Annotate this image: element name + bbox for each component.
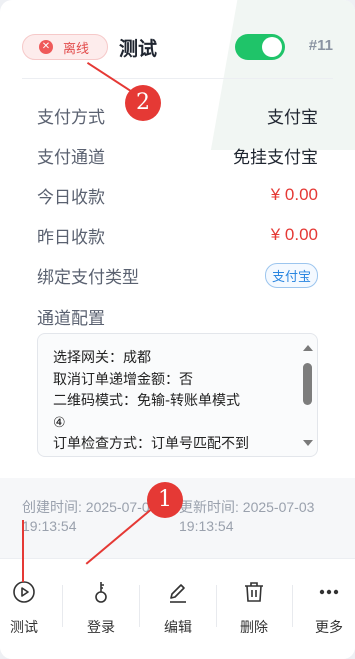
pay-channel-label: 支付通道 xyxy=(37,147,105,167)
play-circle-icon xyxy=(0,579,54,605)
annotation-marker-2: 2 xyxy=(125,85,161,121)
channel-card: ✕ 离线 测试 #11 支付方式 支付宝 支付通道 免挂支付宝 今日收款 ¥ 0… xyxy=(0,0,355,659)
edit-pen-icon xyxy=(148,579,208,605)
more-button-label: 更多 xyxy=(315,619,343,635)
toolbar-separator xyxy=(62,585,63,627)
login-button[interactable]: 登录 xyxy=(71,579,131,637)
header-divider xyxy=(22,78,333,79)
edit-button-label: 编辑 xyxy=(164,619,192,635)
login-button-label: 登录 xyxy=(87,619,115,635)
key-icon xyxy=(71,579,131,605)
config-line: 二维码模式：免输-转账单模式 xyxy=(53,393,241,409)
trash-icon xyxy=(224,579,284,605)
edit-button[interactable]: 编辑 xyxy=(148,579,208,637)
yesterday-income-value: ¥ 0.00 xyxy=(270,225,318,244)
row-pay-method: 支付方式 支付宝 xyxy=(37,103,318,127)
toolbar-separator xyxy=(216,585,217,627)
row-bind-type: 绑定支付类型 支付宝 xyxy=(37,262,318,288)
toolbar-separator xyxy=(292,585,293,627)
bind-type-label: 绑定支付类型 xyxy=(37,267,139,287)
test-button-label: 测试 xyxy=(10,619,38,635)
config-line: 取消订单递增金额：否 xyxy=(53,371,193,388)
config-line: 订单检查方式：订单号匹配不到 xyxy=(53,436,249,452)
yesterday-income-label: 昨日收款 xyxy=(37,227,105,247)
pay-method-value: 支付宝 xyxy=(267,107,318,127)
card-header: ✕ 离线 测试 #11 xyxy=(0,0,355,78)
card-title: 测试 xyxy=(119,39,158,60)
delete-button[interactable]: 删除 xyxy=(224,579,284,637)
pay-channel-value: 免挂支付宝 xyxy=(233,147,318,167)
config-lines: 选择网关：成都 取消订单递增金额：否 二维码模式：免输-转账单模式 ④ 订单检查… xyxy=(53,348,301,456)
config-line: ④ xyxy=(53,414,66,431)
channel-number: #11 xyxy=(308,37,333,54)
scroll-down-arrow-icon[interactable] xyxy=(303,440,313,446)
test-button[interactable]: 测试 xyxy=(0,579,54,637)
toolbar-separator xyxy=(139,585,140,627)
scroll-up-arrow-icon[interactable] xyxy=(303,345,313,351)
annotation-line-1a xyxy=(22,520,24,582)
row-today-income: 今日收款 ¥ 0.00 xyxy=(37,183,318,207)
enable-toggle[interactable] xyxy=(235,34,285,60)
config-label: 通道配置 xyxy=(37,309,105,328)
close-circle-icon: ✕ xyxy=(39,40,53,54)
row-yesterday-income: 昨日收款 ¥ 0.00 xyxy=(37,223,318,247)
scrollbar-thumb[interactable] xyxy=(303,363,312,405)
pay-method-label: 支付方式 xyxy=(37,107,105,127)
action-toolbar: 测试 登录 编辑 删除 更多 xyxy=(0,558,355,659)
delete-button-label: 删除 xyxy=(240,619,268,635)
offline-status-badge: ✕ 离线 xyxy=(22,34,108,60)
annotation-marker-1: 1 xyxy=(147,482,183,518)
more-dots-icon xyxy=(299,579,355,605)
toggle-knob xyxy=(262,37,282,57)
today-income-value: ¥ 0.00 xyxy=(270,185,318,204)
config-line: 选择网关：成都 xyxy=(53,350,151,366)
more-button[interactable]: 更多 xyxy=(299,579,355,637)
row-pay-channel: 支付通道 免挂支付宝 xyxy=(37,143,318,167)
today-income-label: 今日收款 xyxy=(37,187,105,207)
updated-time: 更新时间: 2025-07-03 19:13:54 xyxy=(179,499,315,534)
status-label: 离线 xyxy=(63,40,90,56)
config-textarea[interactable]: 选择网关：成都 取消订单递增金额：否 二维码模式：免输-转账单模式 ④ 订单检查… xyxy=(37,333,318,457)
bind-type-tag: 支付宝 xyxy=(264,262,318,288)
